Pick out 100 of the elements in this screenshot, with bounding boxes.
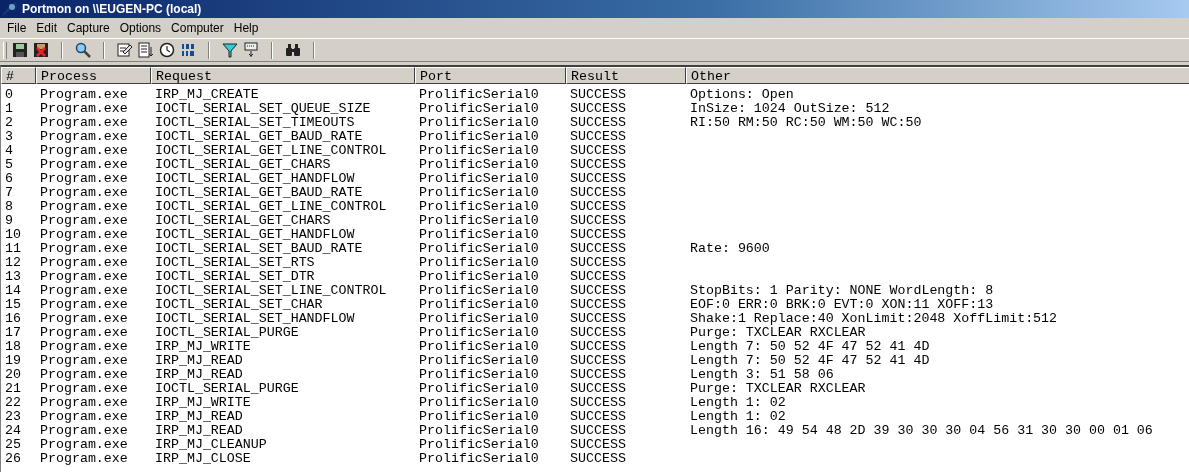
column-header[interactable]: Port bbox=[415, 67, 566, 84]
table-cell: IOCTL_SERIAL_GET_HANDFLOW bbox=[155, 171, 355, 186]
table-cell: 17 bbox=[5, 325, 21, 340]
table-cell: Program.exe bbox=[40, 283, 128, 298]
table-cell: SUCCESS bbox=[570, 423, 626, 438]
table-cell: 4 bbox=[5, 143, 13, 158]
table-cell: IRP_MJ_READ bbox=[155, 423, 243, 438]
menu-item[interactable]: File bbox=[2, 21, 32, 35]
table-cell: Rate: 9600 bbox=[690, 241, 770, 256]
binoculars-icon[interactable] bbox=[285, 42, 301, 58]
magnifier-icon[interactable] bbox=[75, 42, 91, 58]
table-cell: SUCCESS bbox=[570, 283, 626, 298]
window-title: Portmon on \\EUGEN-PC (local) bbox=[22, 2, 202, 16]
table-cell: 11 bbox=[5, 241, 21, 256]
table-cell: 22 bbox=[5, 395, 21, 410]
menu-item[interactable]: Options bbox=[114, 21, 167, 35]
table-cell: Program.exe bbox=[40, 269, 128, 284]
table-cell: Program.exe bbox=[40, 87, 128, 102]
menu-item[interactable]: Edit bbox=[31, 21, 63, 35]
table-cell: Program.exe bbox=[40, 255, 128, 270]
table-cell: IOCTL_SERIAL_SET_TIMEOUTS bbox=[155, 115, 355, 130]
table-cell: SUCCESS bbox=[570, 297, 626, 312]
table-cell: SUCCESS bbox=[570, 171, 626, 186]
table-cell: Program.exe bbox=[40, 339, 128, 354]
table-cell: Program.exe bbox=[40, 199, 128, 214]
table-cell: SUCCESS bbox=[570, 213, 626, 228]
table-cell: IOCTL_SERIAL_SET_CHAR bbox=[155, 297, 323, 312]
table-cell: StopBits: 1 Parity: NONE WordLength: 8 bbox=[690, 283, 994, 298]
filter-icon[interactable] bbox=[222, 42, 238, 58]
menu-item[interactable]: Capture bbox=[62, 21, 115, 35]
table-cell: 18 bbox=[5, 339, 21, 354]
table-cell: ProlificSerial0 bbox=[419, 199, 539, 214]
table-cell: 10 bbox=[5, 227, 21, 242]
table-cell: 16 bbox=[5, 311, 21, 326]
table-cell: Program.exe bbox=[40, 353, 128, 368]
table-cell: Program.exe bbox=[40, 143, 128, 158]
table-cell: 24 bbox=[5, 423, 21, 438]
table-cell: ProlificSerial0 bbox=[419, 311, 539, 326]
table-cell: Program.exe bbox=[40, 409, 128, 424]
table-cell: Program.exe bbox=[40, 213, 128, 228]
column-header[interactable]: Process bbox=[36, 67, 151, 84]
table-cell: Program.exe bbox=[40, 157, 128, 172]
table-cell: IOCTL_SERIAL_SET_RTS bbox=[155, 255, 315, 270]
clock-icon[interactable] bbox=[159, 42, 175, 58]
table-cell: 1 bbox=[5, 101, 13, 116]
column-header[interactable]: Request bbox=[151, 67, 415, 84]
table-cell: IRP_MJ_CLOSE bbox=[155, 451, 251, 466]
table-cell: Program.exe bbox=[40, 115, 128, 130]
table-cell: RI:50 RM:50 RC:50 WM:50 WC:50 bbox=[690, 115, 922, 130]
table-cell: ProlificSerial0 bbox=[419, 283, 539, 298]
table-cell: Program.exe bbox=[40, 171, 128, 186]
table-cell: ProlificSerial0 bbox=[419, 437, 539, 452]
table-cell: SUCCESS bbox=[570, 367, 626, 382]
table-cell: IOCTL_SERIAL_GET_LINE_CONTROL bbox=[155, 143, 387, 158]
table-cell: IRP_MJ_CLEANUP bbox=[155, 437, 267, 452]
table-cell: Purge: TXCLEAR RXCLEAR bbox=[690, 381, 866, 396]
table-cell: 23 bbox=[5, 409, 21, 424]
table-cell: Program.exe bbox=[40, 367, 128, 382]
table-cell: IOCTL_SERIAL_GET_HANDFLOW bbox=[155, 227, 355, 242]
table-cell: IRP_MJ_READ bbox=[155, 409, 243, 424]
table-cell: SUCCESS bbox=[570, 101, 626, 116]
stop-icon[interactable] bbox=[33, 42, 49, 58]
table-cell: 21 bbox=[5, 381, 21, 396]
table-cell: ProlificSerial0 bbox=[419, 171, 539, 186]
table-cell: Shake:1 Replace:40 XonLimit:2048 XoffLimit:512 bbox=[690, 311, 1058, 326]
table-cell: IRP_MJ_READ bbox=[155, 367, 243, 382]
table-cell: Program.exe bbox=[40, 325, 128, 340]
table-cell: Length 7: 50 52 4F 47 52 41 4D bbox=[690, 353, 930, 368]
table-cell: Program.exe bbox=[40, 185, 128, 200]
document-scroll-icon[interactable] bbox=[138, 42, 154, 58]
table-cell: Program.exe bbox=[40, 423, 128, 438]
table-cell: Program.exe bbox=[40, 311, 128, 326]
save-icon[interactable] bbox=[12, 42, 28, 58]
table-cell: ProlificSerial0 bbox=[419, 297, 539, 312]
table-cell: 13 bbox=[5, 269, 21, 284]
table-cell: Length 1: 02 bbox=[690, 409, 786, 424]
menu-item[interactable]: Help bbox=[228, 21, 264, 35]
table-cell: ProlificSerial0 bbox=[419, 101, 539, 116]
table-cell: Length 7: 50 52 4F 47 52 41 4D bbox=[690, 339, 930, 354]
table-cell: 6 bbox=[5, 171, 13, 186]
table-cell: SUCCESS bbox=[570, 395, 626, 410]
table-cell: SUCCESS bbox=[570, 381, 626, 396]
table-cell: SUCCESS bbox=[570, 451, 626, 466]
table-cell: Program.exe bbox=[40, 297, 128, 312]
table-cell: SUCCESS bbox=[570, 87, 626, 102]
table-cell: SUCCESS bbox=[570, 437, 626, 452]
table-cell: ProlificSerial0 bbox=[419, 241, 539, 256]
table-cell: 7 bbox=[5, 185, 13, 200]
table-cell: 2 bbox=[5, 115, 13, 130]
table-cell: IRP_MJ_WRITE bbox=[155, 395, 251, 410]
menu-item[interactable]: Computer bbox=[166, 21, 229, 35]
table-cell: ProlificSerial0 bbox=[419, 409, 539, 424]
column-header[interactable]: Other bbox=[686, 67, 1189, 84]
table-cell: Purge: TXCLEAR RXCLEAR bbox=[690, 325, 866, 340]
table-cell: SUCCESS bbox=[570, 409, 626, 424]
table-cell: SUCCESS bbox=[570, 129, 626, 144]
table-cell: SUCCESS bbox=[570, 185, 626, 200]
column-header[interactable]: # bbox=[1, 67, 36, 84]
column-header[interactable]: Result bbox=[566, 67, 686, 84]
table-cell: 9 bbox=[5, 213, 13, 228]
